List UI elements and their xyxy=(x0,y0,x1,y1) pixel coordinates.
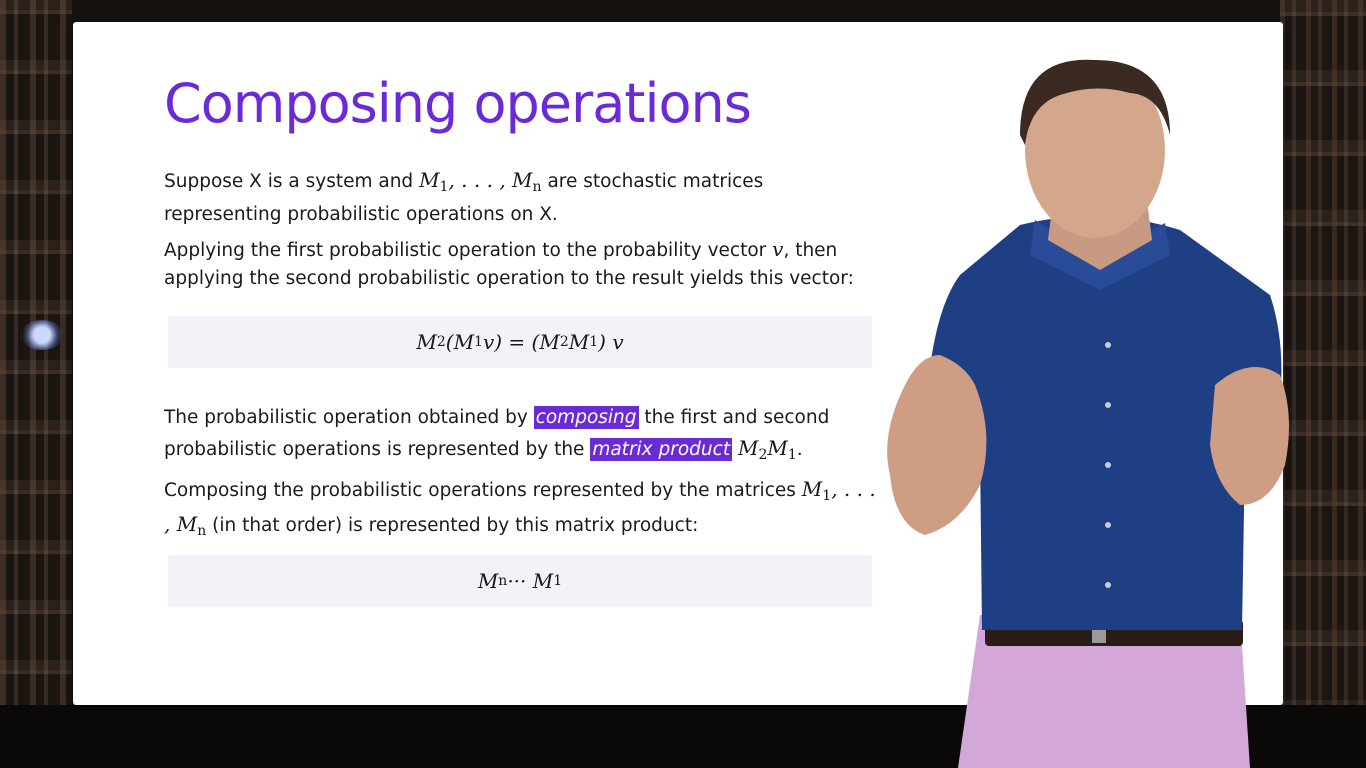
bookshelf-right xyxy=(1280,0,1366,768)
paragraph-matrix-product: The probabilistic operation obtained by … xyxy=(164,406,830,463)
presenter xyxy=(887,59,1289,768)
paragraph-system-definition: Suppose X is a system and M1, . . . , Mn… xyxy=(164,168,764,225)
presenter-left-hand xyxy=(887,355,987,535)
slide-title: Composing operations xyxy=(164,72,752,135)
paragraph-applying-operations: Applying the first probabilistic operati… xyxy=(164,237,854,289)
paragraph-composing-n: Composing the probabilistic operations r… xyxy=(164,477,876,539)
lamp-light xyxy=(20,320,64,350)
bookshelf-left xyxy=(0,0,72,768)
equation-matrix-product: Mn ··· M1 xyxy=(168,555,872,607)
equation-composition: M 2 (M 1 v) = (M 2 M 1) v xyxy=(168,316,872,368)
highlight-matrix-product: matrix product xyxy=(590,438,733,461)
highlight-composing: composing xyxy=(533,406,639,429)
